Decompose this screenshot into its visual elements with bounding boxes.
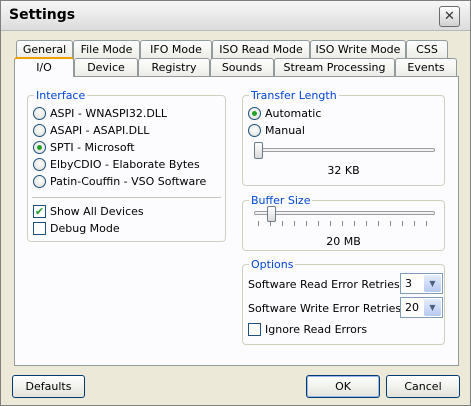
- radio-label: SPTI - Microsoft: [50, 141, 135, 154]
- buffer-size-ticks: [258, 221, 432, 226]
- tab-device[interactable]: Device: [74, 58, 138, 77]
- ignore-read-errors-checkbox[interactable]: Ignore Read Errors: [248, 323, 367, 336]
- chevron-down-icon[interactable]: ▼: [424, 299, 441, 316]
- tab-sounds[interactable]: Sounds: [210, 58, 274, 77]
- chevron-down-icon[interactable]: ▼: [424, 275, 441, 292]
- radio-patin-couffin[interactable]: Patin-Couffin - VSO Software: [33, 175, 206, 188]
- read-retries-value: 3: [405, 277, 412, 290]
- interface-group-title: Interface: [34, 89, 88, 102]
- buffer-size-slider-track[interactable]: [254, 211, 435, 215]
- tab-io[interactable]: I/O: [14, 57, 74, 77]
- options-group: Options Software Read Error Retries: 3 ▼…: [242, 258, 445, 345]
- close-icon[interactable]: ✕: [439, 6, 460, 27]
- read-retries-label: Software Read Error Retries:: [248, 278, 404, 291]
- write-retries-select[interactable]: 20 ▼: [400, 297, 443, 318]
- checkbox-box[interactable]: [248, 323, 261, 336]
- show-all-devices-checkbox[interactable]: ✔ Show All Devices: [33, 205, 144, 218]
- tab-css[interactable]: CSS: [406, 40, 448, 59]
- radio-button-selected[interactable]: [248, 107, 261, 120]
- radio-button[interactable]: [33, 175, 46, 188]
- interface-group: Interface ASPI - WNASPI32.DLL ASAPI - AS…: [27, 89, 226, 242]
- transfer-length-slider-thumb[interactable]: [254, 142, 263, 159]
- transfer-length-group-title: Transfer Length: [249, 89, 339, 102]
- radio-button[interactable]: [33, 158, 46, 171]
- radio-manual[interactable]: Manual: [248, 124, 305, 137]
- tab-file-mode[interactable]: File Mode: [73, 40, 140, 59]
- settings-window: Settings ✕ General File Mode IFO Mode IS…: [0, 0, 471, 406]
- radio-label: ElbyCDIO - Elaborate Bytes: [50, 158, 200, 171]
- radio-button[interactable]: [33, 124, 46, 137]
- divider: [32, 197, 221, 198]
- tab-registry[interactable]: Registry: [138, 58, 210, 77]
- buffer-size-slider-thumb[interactable]: [267, 206, 276, 222]
- options-group-title: Options: [249, 258, 296, 271]
- radio-aspi[interactable]: ASPI - WNASPI32.DLL: [33, 107, 167, 120]
- io-tab-panel: Interface ASPI - WNASPI32.DLL ASAPI - AS…: [14, 76, 459, 366]
- tab-ifo-mode[interactable]: IFO Mode: [140, 40, 212, 59]
- title-bar[interactable]: Settings ✕: [1, 1, 470, 31]
- radio-spti[interactable]: SPTI - Microsoft: [33, 141, 135, 154]
- radio-label: Automatic: [265, 107, 322, 120]
- window-title: Settings: [9, 7, 76, 23]
- tab-events[interactable]: Events: [395, 58, 457, 77]
- write-retries-label: Software Write Error Retries:: [248, 302, 405, 315]
- transfer-length-slider-track[interactable]: [254, 148, 435, 152]
- radio-label: ASAPI - ASAPI.DLL: [50, 124, 150, 137]
- radio-automatic[interactable]: Automatic: [248, 107, 321, 120]
- radio-button[interactable]: [248, 124, 261, 137]
- write-retries-value: 20: [405, 301, 419, 314]
- cancel-button[interactable]: Cancel: [386, 375, 460, 398]
- buffer-size-group-title: Buffer Size: [249, 194, 313, 207]
- radio-elbycdio[interactable]: ElbyCDIO - Elaborate Bytes: [33, 158, 200, 171]
- radio-label: Patin-Couffin - VSO Software: [50, 175, 207, 188]
- debug-mode-checkbox[interactable]: Debug Mode: [33, 222, 120, 235]
- radio-button[interactable]: [33, 107, 46, 120]
- ok-button[interactable]: OK: [306, 375, 380, 398]
- tab-stream-processing[interactable]: Stream Processing: [274, 58, 395, 77]
- radio-asapi[interactable]: ASAPI - ASAPI.DLL: [33, 124, 149, 137]
- tab-iso-read-mode[interactable]: ISO Read Mode: [212, 40, 310, 59]
- checkmark-icon[interactable]: ✔: [33, 205, 46, 218]
- read-retries-select[interactable]: 3 ▼: [400, 273, 443, 294]
- buffer-size-group: Buffer Size 20 MB: [242, 194, 445, 251]
- tab-iso-write-mode[interactable]: ISO Write Mode: [310, 40, 406, 59]
- transfer-length-group: Transfer Length Automatic Manual 32 KB: [242, 89, 445, 186]
- radio-button-selected[interactable]: [33, 141, 46, 154]
- transfer-length-value: 32 KB: [327, 164, 360, 177]
- checkbox-label: Show All Devices: [50, 205, 144, 218]
- radio-label: Manual: [265, 124, 305, 137]
- defaults-button[interactable]: Defaults: [12, 375, 85, 398]
- checkbox-box[interactable]: [33, 222, 46, 235]
- checkbox-label: Debug Mode: [50, 222, 120, 235]
- radio-label: ASPI - WNASPI32.DLL: [50, 107, 168, 120]
- buffer-size-value: 20 MB: [326, 235, 361, 248]
- checkbox-label: Ignore Read Errors: [265, 323, 368, 336]
